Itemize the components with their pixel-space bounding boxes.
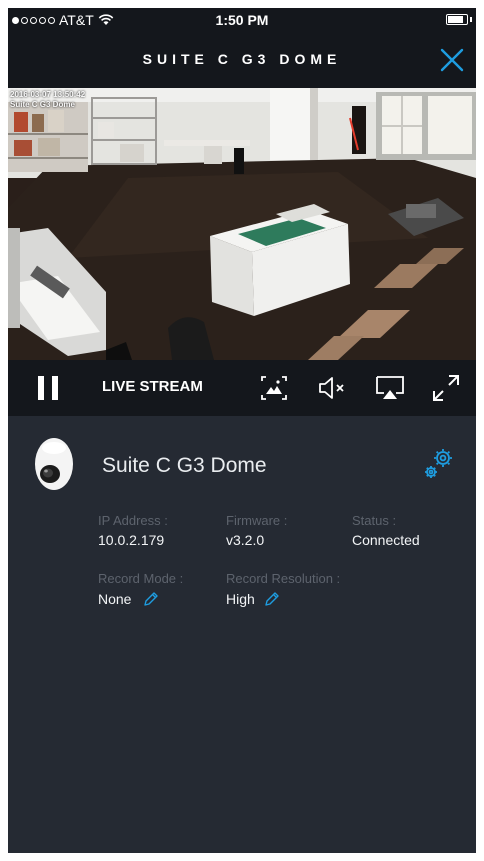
- app-screen: AT&T 1:50 PM SUITE C G3 DOME 2016-03-07 …: [8, 8, 476, 853]
- video-camera-label: Suite C G3 Dome: [10, 100, 75, 109]
- clock: 1:50 PM: [215, 12, 269, 28]
- record-resolution-value: High: [226, 591, 255, 607]
- status-bar: AT&T 1:50 PM: [8, 8, 476, 32]
- firmware-value: v3.2.0: [226, 532, 265, 548]
- record-mode-value: None: [98, 591, 132, 607]
- close-icon[interactable]: [438, 46, 466, 74]
- gear-icon[interactable]: [422, 446, 456, 480]
- firmware-label: Firmware :: [226, 513, 288, 528]
- airplay-icon[interactable]: [374, 372, 406, 404]
- battery-icon: [446, 14, 468, 25]
- ip-address-value: 10.0.2.179: [98, 532, 165, 548]
- ip-address-label: IP Address :: [98, 513, 168, 528]
- status-label: Status :: [352, 513, 397, 528]
- record-mode-label: Record Mode :: [98, 571, 184, 586]
- video-overlay: 2016-03-07 13:50:42 Suite C G3 Dome: [10, 90, 85, 110]
- camera-name: Suite C G3 Dome: [102, 454, 267, 477]
- live-stream-label: LIVE STREAM: [102, 378, 203, 395]
- edit-record-mode-icon[interactable]: [143, 591, 159, 607]
- live-video-feed[interactable]: 2016-03-07 13:50:42 Suite C G3 Dome: [8, 88, 476, 360]
- video-frame-image: [8, 88, 476, 360]
- fullscreen-icon[interactable]: [430, 372, 462, 404]
- speaker-muted-icon[interactable]: [316, 372, 348, 404]
- pause-icon[interactable]: [38, 376, 58, 400]
- page-title: SUITE C G3 DOME: [142, 51, 342, 67]
- nav-bar: SUITE C G3 DOME: [8, 32, 476, 88]
- battery-tip: [470, 17, 472, 22]
- dome-camera-icon: [35, 438, 73, 490]
- video-timestamp: 2016-03-07 13:50:42: [10, 90, 86, 99]
- record-resolution-label: Record Resolution :: [226, 571, 341, 586]
- edit-record-resolution-icon[interactable]: [264, 591, 280, 607]
- status-value: Connected: [352, 532, 420, 548]
- player-controls: LIVE STREAM: [8, 360, 476, 416]
- snapshot-icon[interactable]: [258, 372, 290, 404]
